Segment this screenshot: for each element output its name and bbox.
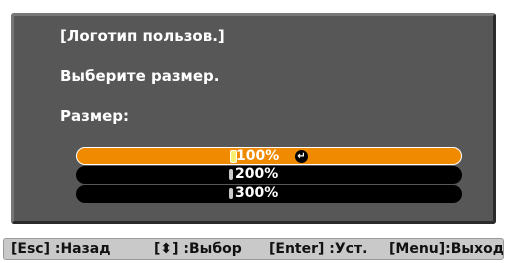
help-select: [⬍] :Выбор: [154, 241, 242, 257]
settings-panel: [Логотип пользов.] Выберите размер. Разм…: [0, 0, 506, 230]
instruction-text: Выберите размер.: [60, 67, 220, 85]
size-option-label: 300%: [235, 185, 279, 201]
size-label: Размер:: [60, 107, 130, 125]
size-option-label: 200%: [235, 166, 279, 182]
size-option-300[interactable]: 300%: [76, 185, 462, 203]
size-option-label: 100%: [236, 148, 280, 164]
help-bar: [Esc] :Назад [⬍] :Выбор [Enter] :Уст. [M…: [3, 238, 504, 260]
size-option-200[interactable]: 200%: [76, 166, 462, 184]
size-option-100[interactable]: 100% ↵: [76, 147, 462, 165]
help-esc-back: [Esc] :Назад: [11, 241, 111, 257]
radio-indicator-icon: [229, 169, 233, 180]
radio-indicator-icon: [229, 188, 233, 199]
help-enter-set: [Enter] :Уст.: [269, 241, 368, 257]
help-menu-exit: [Menu]:Выход: [389, 241, 504, 257]
menu-title: [Логотип пользов.]: [60, 27, 225, 45]
enter-return-icon: ↵: [295, 150, 308, 163]
